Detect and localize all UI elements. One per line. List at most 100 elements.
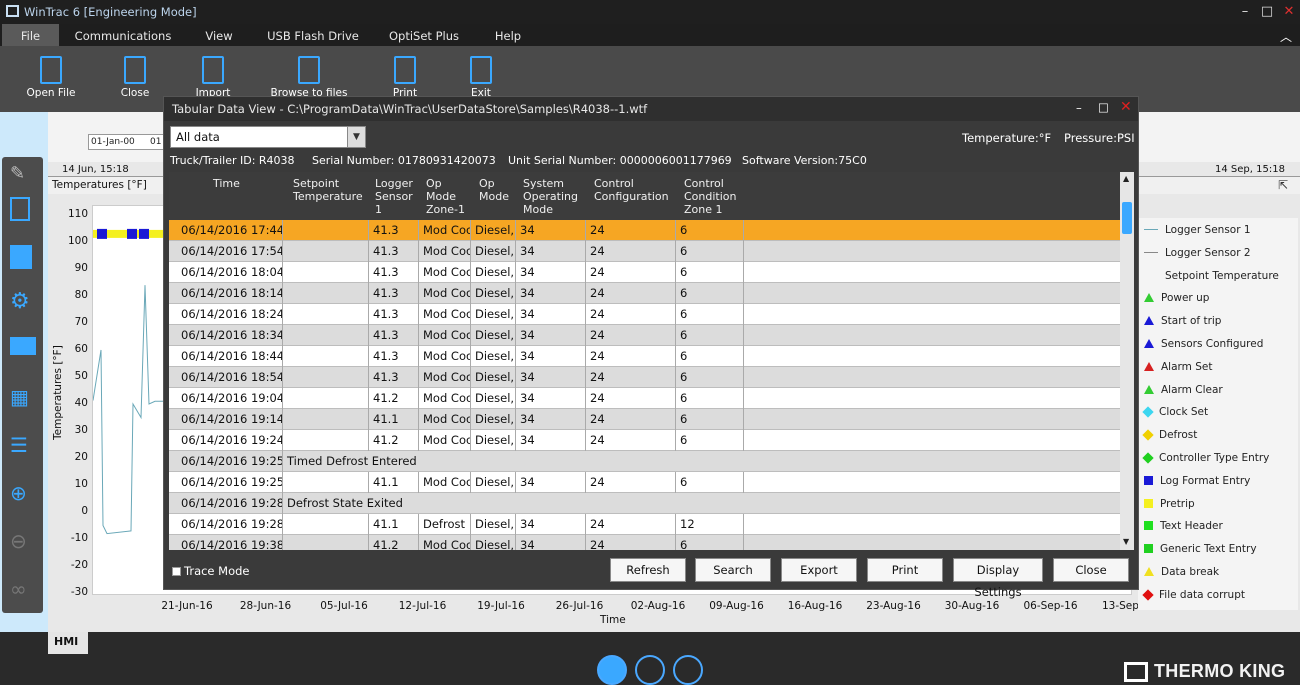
- temperature-unit: Temperature:°F: [962, 131, 1052, 145]
- legend-item[interactable]: Clock Set: [1142, 406, 1208, 424]
- legend-item[interactable]: Data break: [1144, 566, 1219, 584]
- table-row[interactable]: 06/14/2016 19:25 41.1 Mod Coo Diesel, 34 24 6: [169, 472, 1120, 493]
- printer-side-icon[interactable]: [10, 337, 36, 355]
- menu-file[interactable]: File: [2, 24, 59, 46]
- sliders-icon[interactable]: ☰: [10, 433, 36, 457]
- table-cell: 24: [586, 430, 676, 451]
- table-cell: Mod Coo: [419, 535, 471, 550]
- menu-view[interactable]: View: [196, 24, 242, 46]
- scroll-thumb[interactable]: [1122, 202, 1132, 234]
- close-file-button[interactable]: Close: [100, 56, 170, 99]
- thermometer-settings-icon[interactable]: [673, 655, 703, 685]
- legend-item[interactable]: Start of trip: [1144, 315, 1221, 333]
- table-row[interactable]: 06/14/2016 19:04 41.2 Mod Coo Diesel, 34 24 6: [169, 388, 1120, 409]
- table-row[interactable]: 06/14/2016 18:04 41.3 Mod Coo Diesel, 34 24 6: [169, 262, 1120, 283]
- document-icon[interactable]: [10, 197, 30, 221]
- table-cell: [283, 514, 369, 535]
- legend-item[interactable]: Sensors Configured: [1144, 338, 1263, 356]
- table-icon[interactable]: ▦: [10, 385, 36, 409]
- legend-item[interactable]: Power up: [1144, 292, 1209, 310]
- database-icon[interactable]: [10, 245, 32, 269]
- exit-button[interactable]: Exit: [446, 56, 516, 99]
- thermometer-icon[interactable]: [635, 655, 665, 685]
- grid-scrollbar[interactable]: ▲ ▼: [1120, 172, 1134, 550]
- close-window-button[interactable]: ✕: [1280, 3, 1298, 21]
- dialog-maximize-button[interactable]: □: [1098, 100, 1109, 114]
- data-filter-select[interactable]: All data ▼: [170, 126, 366, 148]
- legend-item[interactable]: Text Header: [1144, 520, 1223, 538]
- trace-mode-checkbox[interactable]: Trace Mode: [172, 564, 250, 578]
- square-icon: [1144, 475, 1153, 485]
- zoom-out-icon[interactable]: ⊖: [10, 529, 36, 553]
- col-op-mode-zone[interactable]: Op Mode Zone-1: [426, 177, 470, 216]
- tab-hmi[interactable]: HMI: [48, 632, 88, 654]
- display-settings-button[interactable]: Display Settings: [953, 558, 1043, 599]
- col-control-configuration[interactable]: Control Configuration: [594, 177, 674, 203]
- table-row[interactable]: 06/14/2016 19:38 41.2 Mod Coo Diesel, 34 24 6: [169, 535, 1120, 550]
- graph-view-icon[interactable]: [597, 655, 627, 685]
- menu-optiset-plus[interactable]: OptiSet Plus: [386, 24, 462, 46]
- col-time[interactable]: Time: [213, 177, 240, 190]
- col-control-condition[interactable]: Control Condition Zone 1: [684, 177, 746, 216]
- maximize-button[interactable]: □: [1258, 3, 1276, 21]
- scroll-up-icon[interactable]: ▲: [1123, 174, 1129, 183]
- search-button[interactable]: Search: [695, 558, 771, 582]
- print-ribbon-button[interactable]: Print: [370, 56, 440, 99]
- legend-item[interactable]: Pretrip: [1144, 498, 1195, 516]
- legend-item[interactable]: File data corrupt: [1142, 589, 1245, 607]
- browse-files-button[interactable]: Browse to files: [264, 56, 354, 99]
- col-op-mode[interactable]: Op Mode: [479, 177, 519, 203]
- table-row[interactable]: 06/14/2016 19:25 Timed Defrost Entered: [169, 451, 1120, 472]
- table-row[interactable]: 06/14/2016 18:34 41.3 Mod Coo Diesel, 34 24 6: [169, 325, 1120, 346]
- table-cell: 6: [676, 430, 744, 451]
- table-row[interactable]: 06/14/2016 18:14 41.3 Mod Coo Diesel, 34 24 6: [169, 283, 1120, 304]
- table-cell: 41.2: [369, 388, 419, 409]
- close-button[interactable]: Close: [1053, 558, 1129, 582]
- table-row[interactable]: 06/14/2016 19:28 41.1 Defrost Diesel, 34 24 12: [169, 514, 1120, 535]
- legend-item[interactable]: Controller Type Entry: [1142, 452, 1269, 470]
- checkbox-icon[interactable]: [172, 567, 181, 576]
- table-row[interactable]: 06/14/2016 17:54 41.3 Mod Coo Diesel, 34 24 6: [169, 241, 1120, 262]
- col-system-operating-mode[interactable]: System Operating Mode: [523, 177, 585, 216]
- table-row[interactable]: 06/14/2016 18:44 41.3 Mod Coo Diesel, 34 24 6: [169, 346, 1120, 367]
- col-logger-sensor[interactable]: Logger Sensor 1: [375, 177, 421, 216]
- dialog-minimize-button[interactable]: –: [1076, 101, 1082, 115]
- open-file-button[interactable]: Open File: [16, 56, 86, 99]
- table-row[interactable]: 06/14/2016 17:44 41.3 Mod Coo Diesel, 34 24 6: [169, 220, 1120, 241]
- chevron-down-icon[interactable]: ▼: [347, 127, 365, 147]
- print-button[interactable]: Print: [867, 558, 943, 582]
- table-cell: 34: [516, 535, 586, 550]
- refresh-button[interactable]: Refresh: [610, 558, 686, 582]
- pin-icon[interactable]: ✎: [10, 163, 36, 187]
- printer-icon: [394, 56, 416, 84]
- legend-item[interactable]: Alarm Clear: [1144, 384, 1223, 402]
- table-cell: [283, 262, 369, 283]
- legend-item[interactable]: Generic Text Entry: [1144, 543, 1257, 561]
- link-icon[interactable]: ∞: [10, 577, 36, 601]
- legend-item[interactable]: Logger Sensor 2: [1144, 247, 1251, 265]
- col-setpoint[interactable]: Setpoint Temperature: [293, 177, 369, 203]
- legend-item[interactable]: Logger Sensor 1: [1144, 224, 1251, 242]
- table-row[interactable]: 06/14/2016 19:28 Defrost State Exited: [169, 493, 1120, 514]
- legend-item[interactable]: Log Format Entry: [1144, 475, 1250, 493]
- table-row[interactable]: 06/14/2016 19:14 41.1 Mod Coo Diesel, 34 24 6: [169, 409, 1120, 430]
- table-row[interactable]: 06/14/2016 18:24 41.3 Mod Coo Diesel, 34 24 6: [169, 304, 1120, 325]
- table-row[interactable]: 06/14/2016 19:24 41.2 Mod Coo Diesel, 34 24 6: [169, 430, 1120, 451]
- zoom-in-icon[interactable]: ⊕: [10, 481, 36, 505]
- gear-icon[interactable]: ⚙: [10, 289, 36, 314]
- menu-communications[interactable]: Communications: [72, 24, 174, 46]
- export-button[interactable]: Export: [781, 558, 857, 582]
- menu-help[interactable]: Help: [486, 24, 530, 46]
- legend-item[interactable]: Setpoint Temperature: [1144, 270, 1279, 288]
- collapse-ribbon-icon[interactable]: ︿: [1280, 28, 1292, 45]
- table-cell: 6: [676, 262, 744, 283]
- minimize-button[interactable]: –: [1236, 3, 1254, 21]
- legend-item[interactable]: Alarm Set: [1144, 361, 1212, 379]
- legend-item[interactable]: Defrost: [1142, 429, 1197, 447]
- popout-icon[interactable]: ⇱: [1278, 178, 1288, 192]
- import-button[interactable]: Import: [178, 56, 248, 99]
- dialog-close-icon[interactable]: ✕: [1120, 99, 1132, 115]
- table-row[interactable]: 06/14/2016 18:54 41.3 Mod Coo Diesel, 34 24 6: [169, 367, 1120, 388]
- menu-usb-flash-drive[interactable]: USB Flash Drive: [266, 24, 360, 46]
- scroll-down-icon[interactable]: ▼: [1123, 537, 1129, 546]
